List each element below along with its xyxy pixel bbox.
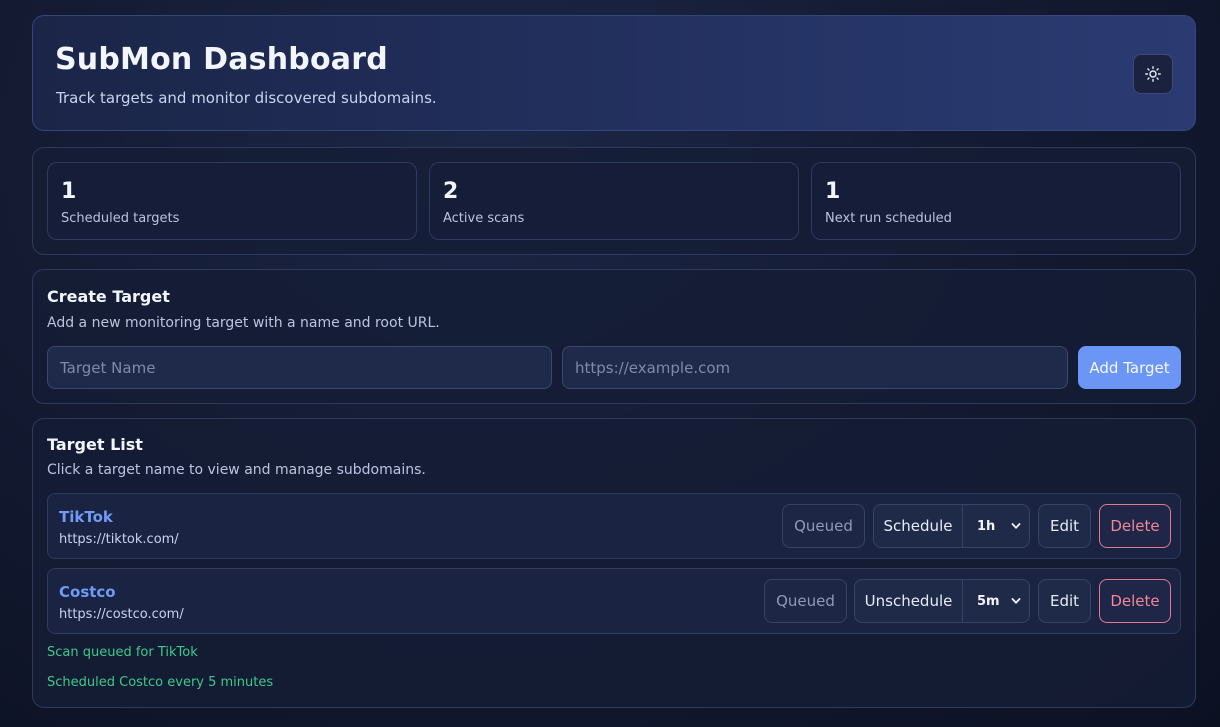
page-subtitle: Track targets and monitor discovered sub… bbox=[56, 89, 437, 107]
target-name-link[interactable]: Costco bbox=[59, 583, 116, 601]
schedule-control: Unschedule 5m bbox=[854, 579, 1030, 623]
target-list-panel: Target List Click a target name to view … bbox=[32, 418, 1196, 708]
section-subtitle: Add a new monitoring target with a name … bbox=[47, 315, 440, 331]
target-row: TikTok https://tiktok.com/ Queued Schedu… bbox=[47, 493, 1181, 559]
theme-toggle-button[interactable] bbox=[1133, 54, 1173, 94]
stat-label: Next run scheduled bbox=[825, 211, 952, 226]
delete-button[interactable]: Delete bbox=[1099, 579, 1171, 623]
edit-button[interactable]: Edit bbox=[1038, 504, 1091, 548]
target-url: https://tiktok.com/ bbox=[59, 532, 179, 547]
section-title: Create Target bbox=[47, 287, 170, 306]
stat-card-scheduled-targets: 1 Scheduled targets bbox=[47, 162, 417, 240]
target-url-input[interactable] bbox=[562, 346, 1068, 389]
stat-label: Active scans bbox=[443, 211, 525, 226]
interval-select[interactable]: 5m bbox=[963, 580, 1029, 622]
schedule-button[interactable]: Schedule bbox=[874, 505, 963, 547]
stat-value: 2 bbox=[443, 179, 459, 204]
create-target-panel: Create Target Add a new monitoring targe… bbox=[32, 269, 1196, 404]
target-name-input[interactable] bbox=[47, 346, 552, 389]
edit-button[interactable]: Edit bbox=[1038, 579, 1091, 623]
interval-select[interactable]: 1h bbox=[963, 505, 1029, 547]
header-panel: SubMon Dashboard Track targets and monit… bbox=[32, 15, 1196, 131]
stats-panel: 1 Scheduled targets 2 Active scans 1 Nex… bbox=[32, 147, 1196, 255]
status-message: Scan queued for TikTok bbox=[47, 645, 198, 660]
target-name-link[interactable]: TikTok bbox=[59, 508, 113, 526]
unschedule-button[interactable]: Unschedule bbox=[855, 580, 963, 622]
sun-icon bbox=[1145, 66, 1161, 82]
interval-value: 1h bbox=[977, 518, 996, 534]
schedule-control: Schedule 1h bbox=[873, 504, 1030, 548]
stat-value: 1 bbox=[825, 179, 841, 204]
stat-card-next-run: 1 Next run scheduled bbox=[811, 162, 1181, 240]
stat-label: Scheduled targets bbox=[61, 211, 180, 226]
chevron-down-icon bbox=[1011, 523, 1021, 529]
page-title: SubMon Dashboard bbox=[55, 42, 388, 77]
section-title: Target List bbox=[47, 435, 143, 454]
queued-status-button[interactable]: Queued bbox=[782, 504, 865, 548]
section-subtitle: Click a target name to view and manage s… bbox=[47, 462, 426, 478]
add-target-button[interactable]: Add Target bbox=[1078, 346, 1181, 389]
queued-status-button[interactable]: Queued bbox=[764, 579, 847, 623]
target-url: https://costco.com/ bbox=[59, 607, 184, 622]
delete-button[interactable]: Delete bbox=[1099, 504, 1171, 548]
chevron-down-icon bbox=[1011, 598, 1021, 604]
stat-card-active-scans: 2 Active scans bbox=[429, 162, 799, 240]
interval-value: 5m bbox=[977, 593, 1000, 609]
target-row: Costco https://costco.com/ Queued Unsche… bbox=[47, 568, 1181, 634]
stat-value: 1 bbox=[61, 179, 77, 204]
status-message: Scheduled Costco every 5 minutes bbox=[47, 675, 274, 690]
